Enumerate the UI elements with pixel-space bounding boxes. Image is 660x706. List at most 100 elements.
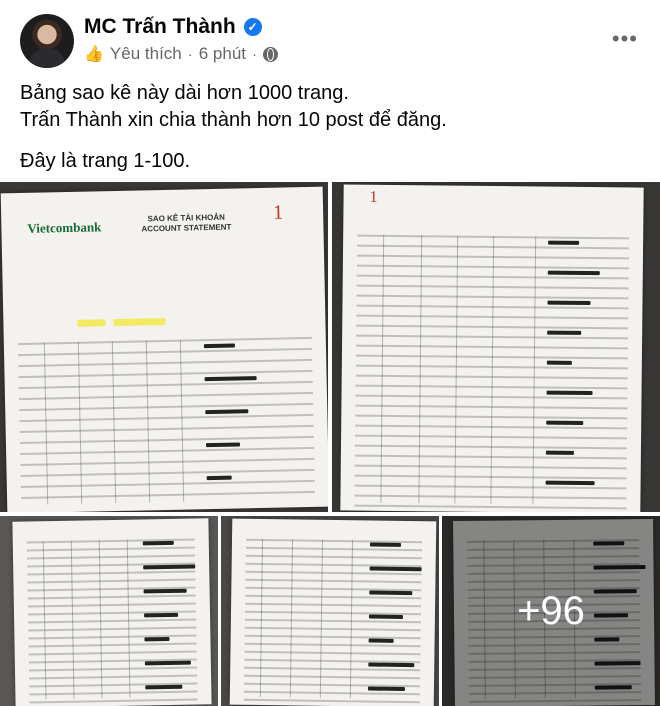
table-line xyxy=(245,570,422,576)
statement-page: Vietcombank SAO KÊ TÀI KHOẢN ACCOUNT STA… xyxy=(0,186,328,512)
more-options-button[interactable]: ••• xyxy=(612,26,638,52)
table-line xyxy=(244,674,421,680)
table-line xyxy=(29,690,198,696)
table-line xyxy=(28,626,197,632)
table-line xyxy=(244,650,421,656)
redaction-bar xyxy=(144,660,191,666)
redaction-bar xyxy=(368,638,394,643)
table-line xyxy=(20,446,315,456)
table-line xyxy=(244,626,421,632)
table-line xyxy=(20,468,315,478)
bank-logo: Vietcombank xyxy=(27,219,102,236)
table-line xyxy=(244,642,421,648)
photo-5[interactable]: +96 xyxy=(442,516,660,706)
table-line xyxy=(244,618,421,624)
redaction-bar xyxy=(368,614,403,619)
document-title-en: ACCOUNT STATEMENT xyxy=(141,222,232,234)
table-column-line xyxy=(111,341,117,504)
redaction-bar xyxy=(204,376,257,382)
document-title: SAO KÊ TÀI KHOẢN ACCOUNT STATEMENT xyxy=(141,213,231,235)
table-line xyxy=(243,698,420,704)
statement-page: 1 xyxy=(340,184,644,512)
table-line xyxy=(20,479,315,489)
thumbs-up-icon: 👍 xyxy=(84,46,104,63)
photo-1[interactable]: Vietcombank SAO KÊ TÀI KHOẢN ACCOUNT STA… xyxy=(0,182,328,512)
table-line xyxy=(245,554,422,560)
table-line xyxy=(21,490,316,500)
reaction-label[interactable]: Yêu thích xyxy=(110,44,182,64)
photo-4[interactable] xyxy=(221,516,439,706)
table-line xyxy=(19,435,314,445)
page-number-mark: 1 xyxy=(272,201,284,224)
table-line xyxy=(245,578,422,584)
photo-3[interactable] xyxy=(0,516,218,706)
redaction-bar xyxy=(205,442,241,448)
post-text-line: Trấn Thành xin chia thành hơn 10 post để… xyxy=(20,109,447,131)
table-line xyxy=(29,674,198,680)
redaction-bar xyxy=(547,330,582,335)
table-line xyxy=(27,570,196,576)
table-line xyxy=(28,618,197,624)
table-line xyxy=(18,391,313,401)
redaction-bar xyxy=(205,409,249,415)
table-line xyxy=(19,424,314,434)
redaction-bar xyxy=(367,686,405,692)
statement-page xyxy=(229,518,437,706)
author-row: MC Trấn Thành ✓ xyxy=(84,15,262,39)
redaction-bar xyxy=(546,390,593,396)
redaction-bar xyxy=(368,662,415,668)
redaction-bar xyxy=(143,564,196,570)
table-line xyxy=(28,642,197,648)
more-photos-count: +96 xyxy=(517,588,585,633)
more-photos-overlay[interactable]: +96 xyxy=(442,516,660,706)
table-line xyxy=(18,358,313,368)
table-line xyxy=(245,594,422,600)
photo-2[interactable]: 1 xyxy=(332,182,660,512)
table-line xyxy=(19,402,314,412)
highlight-mark xyxy=(113,317,166,327)
redaction-bar xyxy=(545,450,574,455)
statement-page xyxy=(12,518,212,706)
table-line xyxy=(18,380,313,390)
table-line xyxy=(245,546,422,552)
globe-icon[interactable] xyxy=(263,46,279,62)
post-time[interactable]: 6 phút xyxy=(199,44,246,64)
table-line xyxy=(19,413,314,423)
table-line xyxy=(244,634,421,640)
redaction-bar xyxy=(144,612,179,618)
highlight-mark xyxy=(77,319,106,327)
redaction-bar xyxy=(369,590,413,596)
table-line xyxy=(28,650,197,656)
redaction-bar xyxy=(142,540,174,546)
table-line xyxy=(244,666,421,672)
table-line xyxy=(20,457,315,467)
table-line xyxy=(354,504,627,510)
post-text-line: Đây là trang 1-100. xyxy=(20,150,191,172)
redaction-bar xyxy=(546,420,584,425)
table-line xyxy=(29,698,198,704)
avatar[interactable] xyxy=(20,14,74,68)
redaction-bar xyxy=(546,360,572,365)
meta-separator: · xyxy=(187,45,193,63)
redaction-bar xyxy=(547,270,600,276)
table-column-line xyxy=(145,340,151,503)
photo-grid: Vietcombank SAO KÊ TÀI KHOẢN ACCOUNT STA… xyxy=(0,182,660,706)
table-line xyxy=(27,578,196,584)
table-line xyxy=(27,594,196,600)
redaction-bar xyxy=(203,343,235,349)
post-text-line: Bảng sao kê này dài hơn 1000 trang. xyxy=(20,82,349,104)
table-line xyxy=(28,634,197,640)
table-line xyxy=(243,690,420,696)
author-name[interactable]: MC Trấn Thành xyxy=(84,15,236,39)
table-line xyxy=(245,602,422,608)
table-line xyxy=(27,602,196,608)
post-text: Bảng sao kê này dài hơn 1000 trang. Trấn… xyxy=(20,80,640,175)
redaction-bar xyxy=(548,240,580,245)
redaction-bar xyxy=(547,300,591,306)
redaction-bar xyxy=(144,637,170,642)
redaction-bar xyxy=(143,588,187,594)
table-column-line xyxy=(179,339,185,502)
table-line xyxy=(18,369,313,379)
table-column-line xyxy=(43,342,49,505)
table-line xyxy=(17,336,312,346)
